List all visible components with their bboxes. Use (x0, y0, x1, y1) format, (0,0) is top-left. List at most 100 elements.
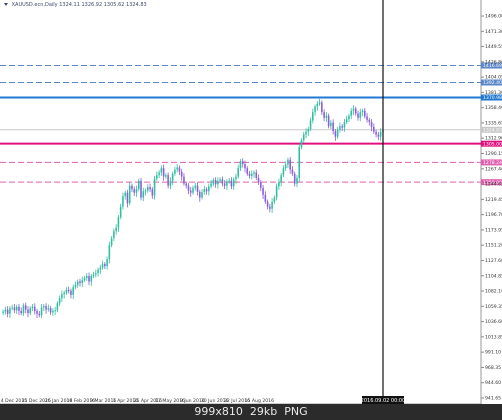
candle-body (321, 102, 323, 113)
candle-body (325, 115, 328, 118)
candle-body (40, 307, 43, 316)
status-bar-text: 999x810 29kb PNG (194, 405, 308, 418)
candle-body (133, 189, 136, 193)
candle-body (339, 126, 341, 130)
y-tick-label: 1173.95 (485, 227, 502, 233)
candle-body (106, 259, 108, 267)
candle-body (144, 190, 147, 192)
candle-body (296, 177, 298, 184)
candle-body (108, 245, 111, 260)
candle-body (230, 180, 233, 187)
candle-body (221, 179, 224, 184)
candle-body (354, 108, 357, 114)
candle-body (237, 168, 239, 177)
candle-body (126, 192, 129, 204)
candle-body (226, 181, 228, 186)
candle-body (95, 273, 97, 275)
candle-body (248, 173, 251, 176)
candle-body (167, 175, 169, 186)
candle-body (368, 119, 371, 122)
candle-body (15, 306, 18, 311)
candle-body (187, 185, 190, 191)
candle-body (273, 197, 276, 202)
y-tick-label: 1127.60 (485, 258, 502, 264)
candle-body (67, 289, 70, 291)
timeframe-label: Daily (44, 2, 58, 8)
candle-body (31, 306, 34, 309)
candle-body (298, 147, 301, 178)
y-tick-label: 1104.85 (485, 273, 502, 279)
candle-body (83, 278, 86, 281)
candle-body (160, 168, 163, 173)
y-tick-label: 1335.65 (485, 120, 502, 126)
y-tick-label: 1219.45 (485, 197, 502, 203)
candle-body (214, 180, 217, 185)
y-tick-label: 1196.70 (485, 212, 502, 218)
candle-body (147, 187, 149, 191)
candle-body (122, 196, 124, 207)
price-level-label: 1392.40 (483, 80, 502, 86)
candle-body (4, 309, 7, 312)
candle-body (171, 173, 174, 181)
candle-body (201, 191, 203, 198)
candle-body (246, 168, 249, 174)
candle-body (217, 180, 219, 185)
candle-body (377, 134, 380, 137)
candle-body (262, 187, 264, 195)
candle-body (65, 289, 68, 293)
candle-body (345, 119, 348, 122)
candle-body (6, 309, 9, 314)
candle-body (70, 290, 72, 295)
candle-body (253, 172, 255, 174)
candle-body (327, 115, 330, 127)
candle-body (363, 110, 366, 117)
candle-body (135, 189, 138, 193)
candle-body (260, 182, 262, 188)
candle-body (185, 183, 188, 186)
candle-body (22, 305, 25, 314)
candle-body (76, 281, 79, 286)
candle-body (198, 191, 201, 198)
candle-body (61, 294, 63, 299)
candle-body (366, 116, 368, 120)
candle-body (174, 169, 176, 174)
candle-body (79, 281, 81, 283)
candle-body (352, 108, 355, 111)
candle-body (278, 182, 280, 187)
candle-body (264, 194, 267, 202)
candle-body (332, 122, 334, 132)
candle-body (142, 191, 145, 198)
candle-body (330, 122, 332, 127)
candle-body (212, 180, 215, 184)
candle-body (97, 269, 99, 274)
candle-body (104, 264, 106, 267)
candle-body (38, 313, 41, 316)
y-tick-label: 1036.60 (485, 319, 502, 325)
candle-body (128, 185, 131, 204)
candle-body (373, 126, 375, 132)
candle-body (357, 113, 359, 118)
candle-body (219, 179, 221, 181)
candle-body (27, 309, 29, 314)
price-chart[interactable]: 1416.691392.401370.981324.831305.001278.… (0, 0, 502, 420)
chart-window[interactable]: 1416.69 1392.40 1370.98 1324.83 1305.00 1278.… (0, 0, 502, 420)
y-tick-label: 1449.55 (485, 44, 502, 50)
y-tick-label: 968.35 (485, 365, 501, 371)
candle-body (370, 121, 373, 127)
candle-body (33, 306, 36, 311)
candle-body (228, 180, 230, 182)
candle-body (348, 115, 350, 120)
candle-body (280, 175, 282, 183)
y-tick-label: 1290.15 (485, 151, 502, 157)
candle-body (266, 201, 269, 207)
symbol-label: XAUUSD.ecn (11, 2, 44, 8)
candle-body (92, 274, 95, 276)
candle-body (293, 173, 296, 184)
candle-body (180, 171, 183, 177)
candle-body (24, 305, 27, 310)
y-axis-ticks: 1496.00 1471.30 1449.55 1426.80 1404.05 1381.… (481, 14, 502, 402)
candle-body (85, 275, 88, 279)
y-tick-label: 1381.30 (485, 90, 502, 96)
collapse-triangle-icon[interactable] (4, 3, 8, 6)
candle-body (29, 308, 32, 314)
